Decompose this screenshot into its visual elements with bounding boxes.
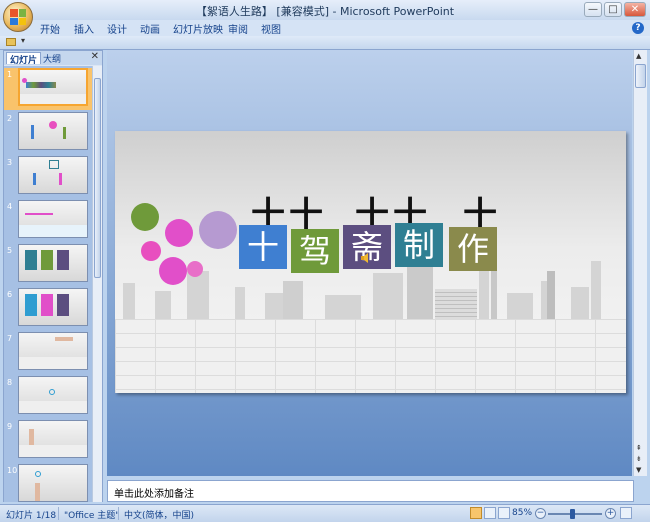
- fit-window-icon[interactable]: [620, 507, 632, 519]
- window-title: 【絮语人生路】 [兼容模式] - Microsoft PowerPoint: [195, 5, 455, 18]
- slide-floor: [115, 319, 626, 393]
- tab-home[interactable]: 开始: [40, 21, 60, 36]
- scroll-down-icon[interactable]: ▼: [636, 466, 641, 474]
- slide-sorter-icon[interactable]: [484, 507, 496, 519]
- language-indicator[interactable]: 中文(简体，中国): [124, 508, 194, 521]
- tab-view[interactable]: 视图: [261, 21, 281, 36]
- tab-review[interactable]: 审阅: [228, 21, 248, 36]
- title-char-box: 作: [449, 227, 497, 271]
- zoom-slider[interactable]: [548, 513, 602, 515]
- scroll-thumb[interactable]: [635, 64, 646, 88]
- zoom-out-icon[interactable]: −: [535, 508, 546, 519]
- slides-pane: 幻灯片 大纲 ✕ 1 2 3 4 5 6 7 8 9 10: [3, 50, 103, 502]
- status-bar: 幻灯片 1/18 "Office 主题" 中文(简体，中国) 85% − +: [0, 504, 650, 522]
- slideshow-view-icon[interactable]: [498, 507, 510, 519]
- scroll-up-icon[interactable]: ▲: [636, 52, 641, 60]
- theme-name[interactable]: "Office 主题": [64, 508, 119, 521]
- decor-circle: [187, 261, 203, 277]
- thumbnail-list: 1 2 3 4 5 6 7 8 9 10: [4, 66, 92, 502]
- help-icon[interactable]: ?: [632, 22, 644, 34]
- zoom-in-icon[interactable]: +: [605, 508, 616, 519]
- notes-area[interactable]: 单击此处添加备注: [107, 480, 634, 502]
- slide-thumbnail[interactable]: 8: [4, 376, 92, 418]
- pane-tab-bar: 幻灯片 大纲 ✕: [4, 51, 102, 66]
- slide-thumbnail[interactable]: 3: [4, 156, 92, 198]
- notes-placeholder: 单击此处添加备注: [114, 489, 194, 500]
- tab-animations[interactable]: 动画: [140, 21, 160, 36]
- tab-slides[interactable]: 幻灯片: [6, 52, 42, 66]
- slide-thumbnail[interactable]: 5: [4, 244, 92, 286]
- title-char-box: 制: [395, 223, 443, 267]
- maximize-button[interactable]: □: [604, 2, 622, 17]
- decor-circle: [141, 241, 161, 261]
- slide-thumbnail[interactable]: 7: [4, 332, 92, 374]
- decor-circle: [159, 257, 187, 285]
- tab-insert[interactable]: 插入: [74, 21, 94, 36]
- decor-circle: [165, 219, 193, 247]
- current-slide[interactable]: 十 十 十 十 十 十 驾 斋 制 作: [115, 131, 626, 393]
- tab-outline[interactable]: 大纲: [40, 52, 64, 65]
- zoom-level[interactable]: 85%: [512, 508, 532, 518]
- normal-view-icon[interactable]: [470, 507, 482, 519]
- slide-counter: 幻灯片 1/18: [6, 511, 57, 521]
- zoom-slider-knob[interactable]: [570, 509, 575, 519]
- decor-circle: [131, 203, 159, 231]
- next-slide-icon[interactable]: ⇟: [636, 455, 642, 463]
- minimize-button[interactable]: —: [584, 2, 602, 17]
- slide-thumbnail[interactable]: 10: [4, 464, 92, 502]
- folder-icon[interactable]: [6, 38, 16, 46]
- prev-slide-icon[interactable]: ⇞: [636, 444, 642, 452]
- close-button[interactable]: ✕: [624, 2, 646, 17]
- office-button[interactable]: [3, 2, 33, 32]
- pane-close-icon[interactable]: ✕: [91, 51, 99, 62]
- quick-access-toolbar: ▾: [0, 36, 650, 50]
- slide-thumbnail[interactable]: 1: [4, 68, 92, 110]
- ribbon-tab-bar: 开始 插入 设计 动画 幻灯片放映 审阅 视图 ?: [0, 20, 650, 36]
- slide-thumbnail[interactable]: 2: [4, 112, 92, 154]
- slide-thumbnail[interactable]: 4: [4, 200, 92, 242]
- vertical-scrollbar[interactable]: ▲ ⇞ ⇟ ▼: [633, 50, 647, 476]
- qat-dropdown-icon[interactable]: ▾: [21, 36, 25, 45]
- title-bar: 【絮语人生路】 [兼容模式] - Microsoft PowerPoint — …: [0, 0, 650, 20]
- tab-slideshow[interactable]: 幻灯片放映: [173, 21, 223, 36]
- slide-thumbnail[interactable]: 6: [4, 288, 92, 330]
- pane-scrollbar[interactable]: [92, 66, 102, 502]
- office-logo-icon: [10, 9, 26, 25]
- pane-scroll-thumb[interactable]: [94, 78, 101, 278]
- window-controls: — □ ✕: [584, 2, 646, 17]
- speaker-icon[interactable]: [360, 252, 372, 264]
- tab-design[interactable]: 设计: [107, 21, 127, 36]
- title-char-box: 十: [239, 225, 287, 269]
- decor-circle: [199, 211, 237, 249]
- slide-thumbnail[interactable]: 9: [4, 420, 92, 462]
- title-char-box: 驾: [291, 229, 339, 273]
